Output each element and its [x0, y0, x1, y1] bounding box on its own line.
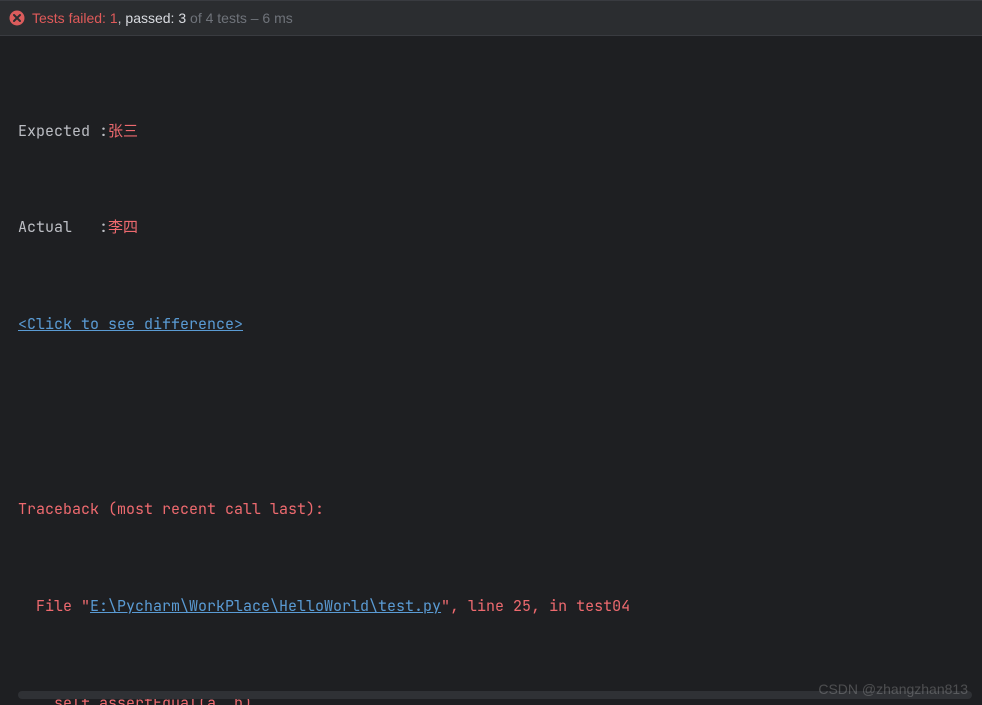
traceback-file-link[interactable]: E:\Pycharm\WorkPlace\HelloWorld\test.py [90, 596, 441, 616]
console-output: Expected :张三 Actual :李四 <Click to see di… [0, 36, 982, 705]
status-passed-label: passed: [125, 10, 174, 26]
see-difference-link[interactable]: <Click to see difference> [18, 314, 243, 334]
horizontal-scrollbar[interactable] [18, 691, 972, 699]
status-of-text: of 4 tests – 6 ms [186, 10, 293, 26]
test-status-bar: Tests failed: 1, passed: 3 of 4 tests – … [0, 0, 982, 36]
blank-line [18, 405, 964, 429]
traceback-header: Traceback (most recent call last): [18, 493, 964, 525]
status-text: Tests failed: 1, passed: 3 of 4 tests – … [32, 10, 293, 26]
diff-link-line: <Click to see difference> [18, 308, 964, 340]
actual-line: Actual :李四 [18, 211, 964, 243]
status-failed-count: 1 [110, 10, 118, 26]
test-failed-icon [8, 9, 26, 27]
status-failed-label: Tests failed: [32, 10, 106, 26]
status-passed-count: 3 [178, 10, 186, 26]
expected-line: Expected :张三 [18, 115, 964, 147]
traceback-file-line: File "E:\Pycharm\WorkPlace\HelloWorld\te… [18, 590, 964, 622]
